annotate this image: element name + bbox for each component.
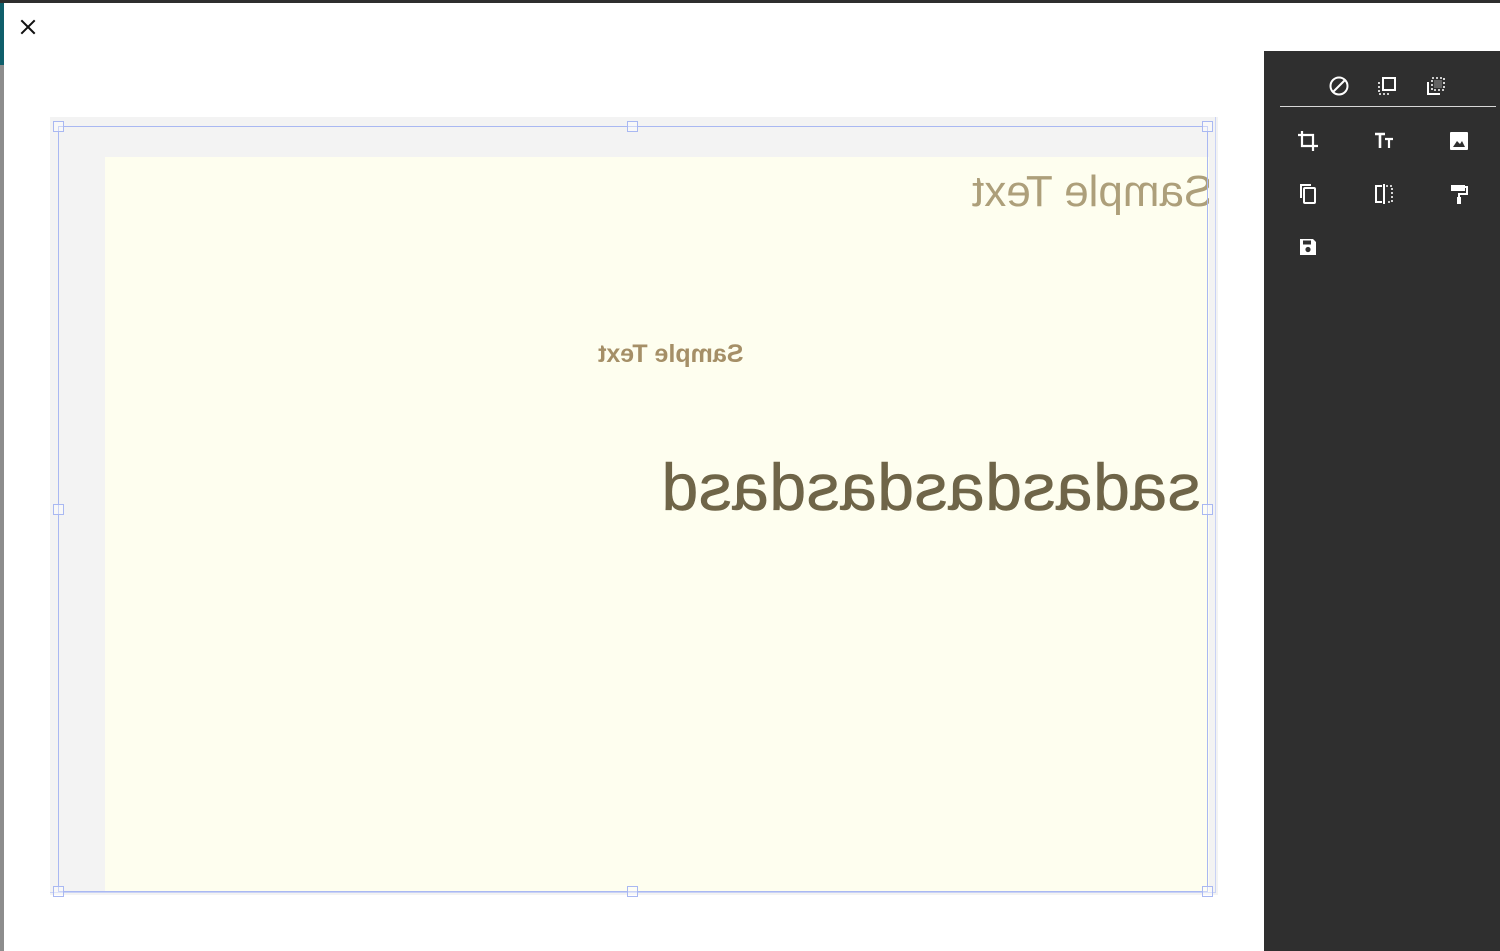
crop-button[interactable]: [1291, 124, 1325, 158]
window-left-accent: [0, 3, 4, 65]
text-size-button[interactable]: [1367, 124, 1401, 158]
resize-handle-bottom-left[interactable]: [53, 886, 64, 897]
design-page[interactable]: Sample Text Sample Text sadasdasdasdasd: [105, 157, 1209, 892]
send-backward-button[interactable]: [1419, 69, 1453, 103]
crop-icon: [1298, 131, 1318, 151]
flip-horizontal-button[interactable]: [1367, 177, 1401, 211]
close-icon: [20, 19, 36, 35]
save-icon: [1300, 239, 1316, 255]
resize-handle-top-right[interactable]: [1202, 121, 1213, 132]
no-image-icon: [1329, 76, 1349, 96]
resize-handle-right[interactable]: [1202, 504, 1213, 515]
text-size-icon: [1375, 132, 1393, 148]
canvas-text-sample-large[interactable]: Sample Text: [972, 167, 1209, 217]
select-back-icon: [1427, 77, 1445, 95]
close-button[interactable]: [14, 13, 42, 41]
image-button[interactable]: [1442, 124, 1476, 158]
sidebar-top-row: [1280, 51, 1496, 107]
resize-handle-top-left[interactable]: [53, 121, 64, 132]
resize-handle-bottom-right[interactable]: [1202, 886, 1213, 897]
select-front-icon: [1378, 77, 1396, 95]
flip-horizontal-icon: [1375, 184, 1393, 204]
save-button[interactable]: [1291, 230, 1325, 264]
bring-forward-button[interactable]: [1370, 69, 1404, 103]
resize-handle-top[interactable]: [627, 121, 638, 132]
remove-background-button[interactable]: [1322, 69, 1356, 103]
resize-handle-bottom[interactable]: [627, 886, 638, 897]
duplicate-button[interactable]: [1291, 177, 1325, 211]
resize-handle-left[interactable]: [53, 504, 64, 515]
canvas-text-body[interactable]: sadasdasdasdasd: [661, 449, 1201, 525]
format-paint-button[interactable]: [1442, 177, 1476, 211]
format-paint-icon: [1451, 185, 1468, 204]
window-left-edge: [0, 3, 4, 951]
image-icon: [1450, 132, 1468, 150]
tools-sidebar: [1264, 51, 1500, 951]
window-top-border: [0, 0, 1500, 3]
duplicate-icon: [1300, 184, 1316, 204]
canvas-text-sample-small[interactable]: Sample Text: [598, 340, 743, 369]
